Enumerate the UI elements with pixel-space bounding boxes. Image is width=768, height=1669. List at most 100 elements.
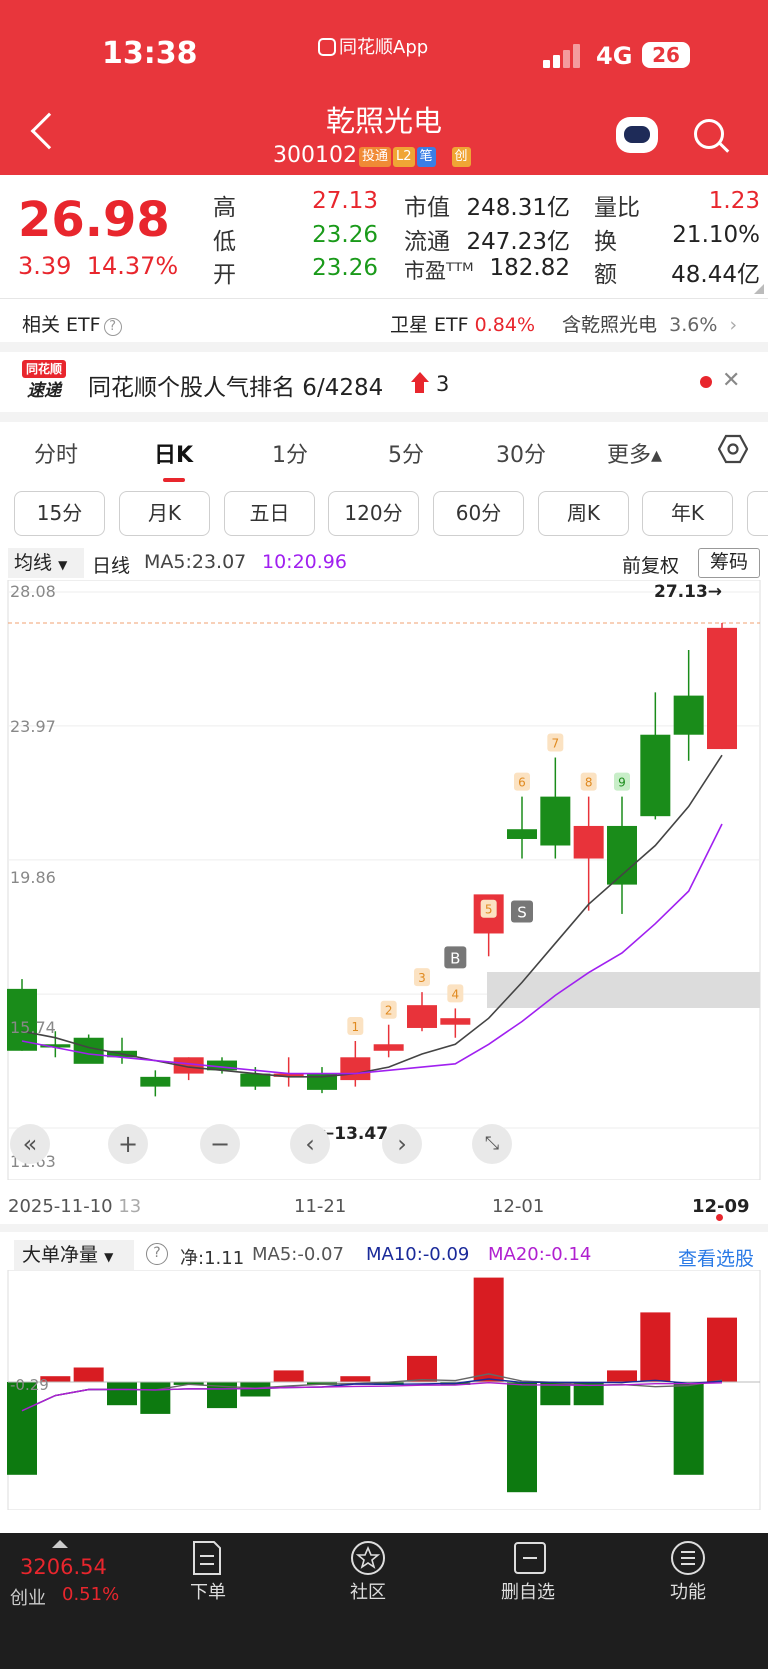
ind-ma20: MA20:-0.14 — [488, 1244, 592, 1265]
fullscreen-icon[interactable]: ⤡ — [472, 1124, 512, 1164]
ma10-readout: 10:20.96 — [262, 551, 347, 573]
tab-more[interactable]: 更多▴ — [607, 437, 662, 469]
tag-bi[interactable]: 笔 — [416, 147, 436, 167]
streak-badge-label: 3 — [418, 971, 426, 985]
tab-1min[interactable]: 1分 — [272, 437, 308, 469]
expand-corner-icon[interactable] — [754, 284, 764, 294]
scroll-left-icon[interactable]: ‹ — [290, 1124, 330, 1164]
tab-5min[interactable]: 5分 — [388, 437, 424, 469]
vol-ratio-label: 量比 — [594, 195, 640, 221]
index-pct: 0.51% — [62, 1584, 120, 1605]
period-year-k[interactable]: 年K — [642, 491, 733, 536]
view-stock-picks-link[interactable]: 查看选股 — [678, 1244, 754, 1271]
candle — [373, 1044, 404, 1051]
stock-code-line: 300102 投通 L2 笔创 — [273, 143, 471, 168]
candle — [240, 1073, 271, 1087]
zoom-in-icon[interactable]: + — [108, 1124, 148, 1164]
open-label: 开 — [213, 262, 236, 288]
nav-remove-watchlist[interactable]: 删自选 — [488, 1578, 568, 1604]
pe-label: 市盈ᵀᵀᴹ — [404, 259, 474, 283]
high-marker: 27.13→ — [654, 582, 723, 602]
x-label-dec: 12-01 — [492, 1196, 545, 1217]
y-label-top: 28.08 — [10, 582, 56, 601]
streak-badge-label: 2 — [385, 1004, 393, 1018]
remove-watchlist-icon[interactable] — [512, 1540, 548, 1576]
index-name: 创业 — [10, 1588, 46, 1609]
menu-icon[interactable] — [670, 1540, 706, 1576]
zoom-out-icon[interactable]: − — [200, 1124, 240, 1164]
x-label-start: 2025-11-10 13 — [8, 1196, 142, 1217]
float-value: 247.23亿 — [466, 229, 570, 255]
status-time: 13:38 — [102, 36, 198, 71]
collapse-left-icon[interactable]: « — [10, 1124, 50, 1164]
indicator-select[interactable]: 大单净量 ▼ — [14, 1240, 134, 1270]
net-bar — [507, 1382, 537, 1493]
period-more[interactable] — [747, 491, 768, 536]
help-icon[interactable]: ? — [146, 1243, 168, 1265]
turnover-value: 21.10% — [672, 222, 760, 248]
app-header: 13:38 同花顺App 4G 26 乾照光电 300102 投通 L2 笔创 — [0, 0, 768, 175]
tab-daily-k[interactable]: 日K — [154, 437, 193, 469]
satellite-etf[interactable]: 卫星 ETF 0.84% — [390, 310, 535, 337]
robot-assistant-icon[interactable] — [616, 117, 658, 153]
rank-delta: 3 — [436, 372, 450, 396]
period-week-k[interactable]: 周K — [538, 491, 629, 536]
net-bar — [7, 1382, 37, 1475]
candle — [673, 695, 704, 735]
community-icon[interactable] — [350, 1540, 386, 1576]
close-icon[interactable]: ✕ — [722, 368, 740, 393]
tag-touton[interactable]: 投通 — [358, 147, 391, 167]
net-bar — [340, 1376, 371, 1382]
y-label-2: 23.97 — [10, 717, 56, 736]
status-app-label: 同花顺App — [318, 33, 428, 59]
y-label-3: 19.86 — [10, 868, 56, 887]
candle — [340, 1057, 371, 1081]
ind-ma5: MA5:-0.07 — [252, 1244, 344, 1265]
streak-badge-label: 9 — [618, 776, 626, 790]
mktcap-value: 248.31亿 — [466, 195, 570, 221]
contains-stock[interactable]: 含乾照光电 3.6% › — [562, 310, 737, 337]
period-5day[interactable]: 五日 — [224, 491, 315, 536]
low-marker: ←13.47 — [320, 1124, 389, 1144]
period-120min[interactable]: 120分 — [328, 491, 419, 536]
related-etf[interactable]: 相关 ETF? — [22, 310, 122, 337]
tab-fenshi[interactable]: 分时 — [34, 437, 78, 469]
index-value[interactable]: 3206.54 — [20, 1555, 107, 1579]
chip-button[interactable]: 筹码 — [698, 548, 760, 578]
net-bar — [607, 1370, 637, 1382]
kline-chart[interactable]: 1 2 3 4 5 6 7 8 9 B S — [0, 580, 768, 1180]
vol-ratio-value: 1.23 — [708, 188, 760, 214]
adjust-select[interactable]: 前复权 — [622, 551, 679, 578]
period-month-k[interactable]: 月K — [119, 491, 210, 536]
period-15min[interactable]: 15分 — [14, 491, 105, 536]
pe-value: 182.82 — [489, 255, 570, 281]
tab-30min[interactable]: 30分 — [496, 437, 546, 469]
tag-l2[interactable]: L2 — [393, 147, 415, 167]
candle — [140, 1076, 171, 1087]
help-icon[interactable]: ? — [103, 318, 122, 336]
candle — [573, 825, 604, 859]
order-icon[interactable] — [190, 1540, 224, 1576]
expand-up-icon[interactable] — [52, 1540, 68, 1548]
signal-icon — [543, 44, 585, 68]
nav-community[interactable]: 社区 — [328, 1578, 408, 1604]
high-label: 高 — [213, 195, 236, 221]
settings-hex-icon[interactable] — [718, 434, 748, 464]
nav-order[interactable]: 下单 — [168, 1578, 248, 1604]
nav-function[interactable]: 功能 — [648, 1578, 728, 1604]
candle — [440, 1018, 471, 1025]
ma5-readout: MA5:23.07 — [144, 551, 247, 573]
candle — [73, 1037, 104, 1064]
popularity-rank[interactable]: 同花顺个股人气排名 6/4284 — [88, 368, 383, 402]
streak-badge-label: 5 — [485, 903, 493, 917]
candle — [640, 734, 671, 817]
scroll-right-icon[interactable]: › — [382, 1124, 422, 1164]
high-value: 27.13 — [312, 188, 378, 214]
streak-badge-label: 7 — [552, 737, 560, 751]
streak-badge-label: 8 — [585, 776, 593, 790]
net-bar — [140, 1382, 171, 1414]
ma-select[interactable]: 均线 ▼ — [8, 548, 84, 578]
tag-chuang[interactable]: 创 — [451, 147, 471, 167]
net-bar — [640, 1312, 671, 1382]
period-60min[interactable]: 60分 — [433, 491, 524, 536]
